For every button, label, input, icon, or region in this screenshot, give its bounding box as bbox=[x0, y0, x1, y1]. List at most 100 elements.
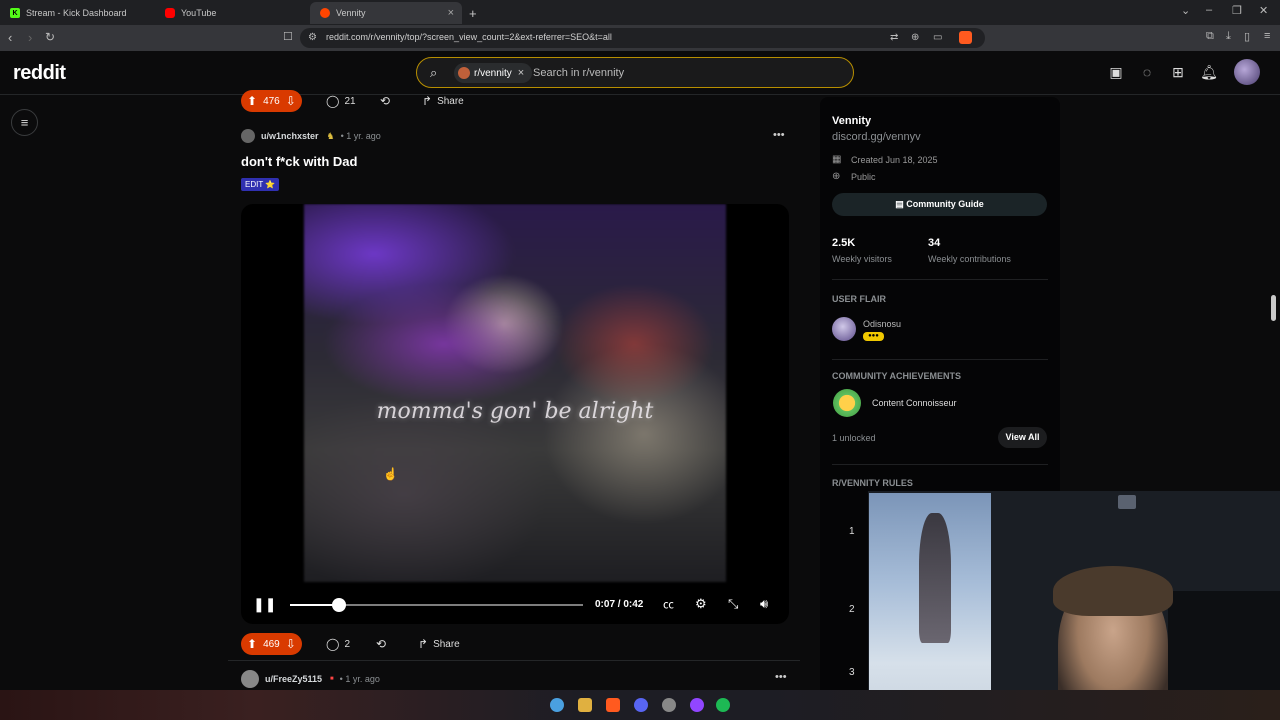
subreddit-search-chip[interactable]: r/vennity × bbox=[454, 63, 533, 83]
tab-youtube[interactable]: YouTube bbox=[155, 2, 310, 24]
tab-label: Vennity bbox=[336, 8, 366, 18]
close-tab-icon[interactable]: × bbox=[448, 7, 454, 19]
reddit-logo[interactable]: reddit bbox=[13, 62, 66, 85]
captions-icon[interactable]: ㏄ bbox=[663, 596, 674, 612]
user-avatar[interactable] bbox=[1234, 59, 1260, 85]
crosspost-icon: ⟲ bbox=[376, 637, 387, 651]
downloads-icon[interactable]: ⤓ bbox=[1226, 30, 1231, 43]
calendar-icon: ▦ bbox=[832, 154, 842, 165]
close-window-icon[interactable]: ✕ bbox=[1259, 4, 1268, 17]
reload-icon[interactable]: ↻ bbox=[45, 30, 55, 44]
url-field[interactable]: ⚙ reddit.com/r/vennity/top/?screen_view_… bbox=[300, 28, 985, 48]
crosspost-icon: ⟲ bbox=[380, 94, 391, 108]
tab-search-icon[interactable]: ⌄ bbox=[1181, 4, 1190, 17]
video-player[interactable]: momma's gon' be alright ❚❚ 0:07 / 0:42 ㏄… bbox=[241, 204, 789, 624]
discord-icon[interactable] bbox=[634, 698, 648, 712]
tab-vennity[interactable]: Vennity × bbox=[310, 2, 462, 24]
site-info-icon[interactable]: ⚙ bbox=[308, 32, 317, 43]
notifications-icon[interactable]: 🔔︎ bbox=[1200, 63, 1218, 81]
volume-icon[interactable]: 🔊︎ bbox=[760, 596, 768, 612]
community-guide-button[interactable]: ▤ Community Guide bbox=[832, 193, 1047, 216]
community-description: discord.gg/vennyv bbox=[832, 131, 921, 143]
video-progress-bar[interactable] bbox=[290, 598, 583, 612]
mouse-cursor-icon: ☝ bbox=[383, 467, 398, 481]
reddit-icon bbox=[320, 8, 330, 18]
crosspost-button[interactable]: ⟲ bbox=[376, 90, 399, 112]
crosspost-button[interactable]: ⟲ bbox=[372, 633, 395, 655]
fullscreen-icon[interactable]: ⤡ bbox=[728, 596, 738, 612]
video-scrubber-handle[interactable] bbox=[331, 598, 346, 612]
post-divider bbox=[228, 660, 800, 661]
flair-badge-icon: ●●● bbox=[863, 332, 884, 341]
rules-heading: R/VENNITY RULES bbox=[832, 478, 913, 488]
remove-chip-icon[interactable]: × bbox=[518, 67, 524, 79]
page-scrollbar[interactable] bbox=[1271, 295, 1276, 321]
webcam-overlay bbox=[868, 491, 1280, 720]
pause-icon[interactable]: ❚❚ bbox=[253, 596, 276, 613]
share-label: Share bbox=[433, 638, 460, 650]
reddit-header: reddit ⌕ r/vennity × Search in r/vennity… bbox=[0, 51, 1280, 95]
post-flair[interactable]: EDIT ⭐ bbox=[241, 178, 280, 191]
forward-icon[interactable]: › bbox=[28, 30, 32, 45]
file-explorer-icon[interactable] bbox=[578, 698, 592, 712]
advertise-icon[interactable]: ▣ bbox=[1107, 63, 1125, 81]
wall-device-image bbox=[1118, 495, 1136, 509]
achievement-name[interactable]: Content Connoisseur bbox=[872, 398, 957, 408]
more-options-icon[interactable]: ••• bbox=[773, 129, 785, 141]
extensions-icon[interactable]: ⧉ bbox=[1206, 30, 1214, 43]
flair-username[interactable]: Odisnosu bbox=[863, 319, 901, 329]
divider bbox=[832, 359, 1048, 360]
achievement-icon bbox=[833, 389, 861, 417]
cast-icon[interactable]: ▭ bbox=[933, 32, 942, 43]
downvote-icon[interactable]: ⇩ bbox=[286, 637, 296, 651]
post-title[interactable]: don't f*ck with Dad bbox=[241, 154, 357, 169]
menu-icon[interactable]: ≡ bbox=[1264, 30, 1270, 42]
spotify-icon[interactable] bbox=[716, 698, 730, 712]
vote-count: 469 bbox=[263, 638, 280, 650]
obs-icon[interactable] bbox=[662, 698, 676, 712]
rule-number[interactable]: 2 bbox=[849, 604, 855, 615]
edge-icon[interactable] bbox=[550, 698, 564, 712]
restore-icon[interactable]: ❐ bbox=[1232, 4, 1242, 17]
left-menu-button[interactable]: ≡ bbox=[11, 109, 38, 136]
flair-avatar[interactable] bbox=[832, 317, 856, 341]
share-label: Share bbox=[437, 95, 464, 107]
comments-button[interactable]: ◯ 2 bbox=[322, 633, 354, 655]
post-author[interactable]: u/FreeZy5115 bbox=[265, 674, 322, 684]
share-button[interactable]: ↱ Share bbox=[418, 90, 468, 112]
rule-number[interactable]: 3 bbox=[849, 667, 855, 678]
share-button[interactable]: ↱ Share bbox=[414, 633, 464, 655]
post-author[interactable]: u/w1nchxster bbox=[261, 131, 319, 141]
chat-icon[interactable]: ◌ bbox=[1138, 63, 1156, 81]
search-icon: ⌕ bbox=[430, 65, 438, 80]
more-options-icon[interactable]: ••• bbox=[775, 671, 787, 683]
visibility-row: ⊕ Public bbox=[832, 171, 876, 182]
bookmark-icon[interactable]: ☐ bbox=[283, 30, 293, 43]
brave-shield-icon[interactable] bbox=[959, 31, 972, 44]
video-caption: momma's gon' be alright bbox=[376, 399, 654, 424]
tab-kick[interactable]: K Stream - Kick Dashboard bbox=[0, 2, 155, 24]
author-avatar[interactable] bbox=[241, 670, 259, 688]
new-tab-button[interactable]: + bbox=[465, 2, 485, 24]
translate-icon[interactable]: ⇄ bbox=[890, 32, 898, 43]
user-badge-icon: ■ bbox=[330, 676, 334, 682]
settings-icon[interactable]: ⚙ bbox=[695, 596, 707, 612]
zoom-icon[interactable]: ⊕ bbox=[911, 32, 919, 43]
author-avatar[interactable] bbox=[241, 129, 255, 143]
upvote-icon[interactable]: ⬆ bbox=[247, 94, 257, 108]
rule-number[interactable]: 1 bbox=[849, 526, 855, 537]
create-post-icon[interactable]: ⊞ bbox=[1169, 63, 1187, 81]
comments-button[interactable]: ◯ 21 bbox=[322, 90, 360, 112]
view-all-button[interactable]: View All bbox=[998, 427, 1047, 448]
brave-icon[interactable] bbox=[606, 698, 620, 712]
video-time: 0:07 / 0:42 bbox=[595, 599, 644, 610]
upvote-icon[interactable]: ⬆ bbox=[247, 637, 257, 651]
minimize-icon[interactable]: – bbox=[1206, 4, 1212, 16]
sidebar-icon[interactable]: ▯ bbox=[1244, 30, 1250, 43]
search-input[interactable]: ⌕ r/vennity × Search in r/vennity bbox=[416, 57, 854, 88]
back-icon[interactable]: ‹ bbox=[8, 30, 12, 45]
app-icon[interactable] bbox=[690, 698, 704, 712]
kick-icon: K bbox=[10, 8, 20, 18]
downvote-icon[interactable]: ⇩ bbox=[286, 94, 296, 108]
comment-count: 2 bbox=[344, 638, 350, 650]
